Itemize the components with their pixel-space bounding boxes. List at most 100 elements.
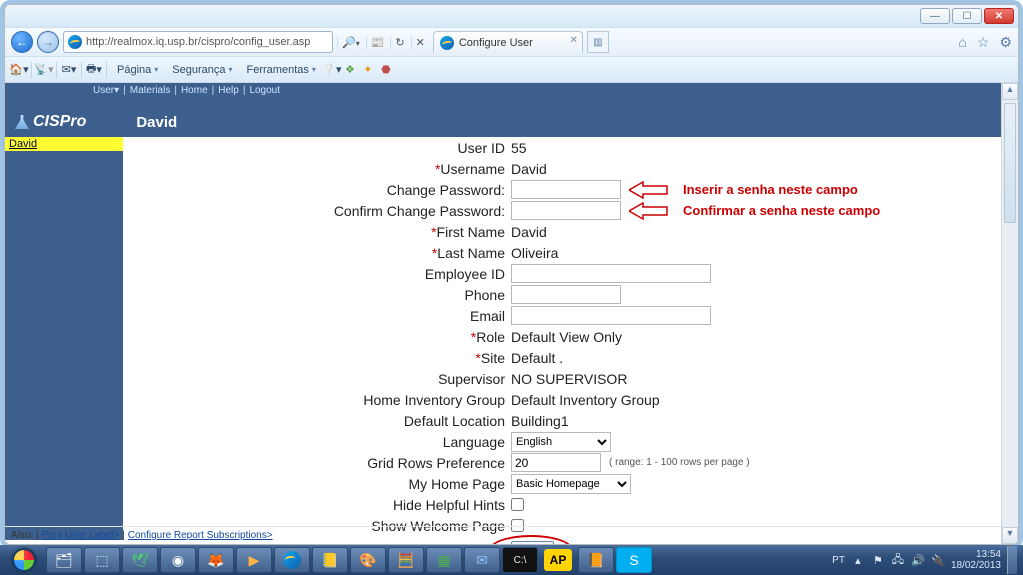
taskbar-explorer-icon[interactable]: 🗂 bbox=[46, 547, 82, 573]
cmd-mail-icon[interactable]: ✉▾ bbox=[61, 62, 77, 78]
val-first-name: David bbox=[511, 224, 1001, 240]
taskbar-skype-icon[interactable]: S bbox=[616, 547, 652, 573]
taskbar-dropbox-icon[interactable]: ⬚ bbox=[84, 547, 120, 573]
hide-hints-checkbox[interactable] bbox=[511, 498, 524, 511]
cmd-home-icon[interactable]: 🏠▾ bbox=[11, 62, 27, 78]
new-tab-button[interactable]: ▥ bbox=[587, 31, 609, 53]
grid-rows-field[interactable] bbox=[511, 453, 601, 472]
refresh-button[interactable]: ↻ bbox=[390, 36, 408, 49]
cmd-ext2-icon[interactable]: ✦ bbox=[360, 62, 376, 78]
taskbar-paint-icon[interactable]: 🎨 bbox=[350, 547, 386, 573]
scroll-down-button[interactable]: ▼ bbox=[1002, 527, 1018, 544]
taskbar-firefox-icon[interactable]: 🦊 bbox=[198, 547, 234, 573]
cmd-ext1-icon[interactable]: ❖ bbox=[342, 62, 358, 78]
nav-materials[interactable]: Materials bbox=[130, 85, 171, 96]
change-password-field[interactable] bbox=[511, 180, 621, 199]
window-maximize-button[interactable]: ☐ bbox=[952, 8, 982, 24]
footer-links: Also: | Print User Label> | Configure Re… bbox=[5, 526, 1001, 544]
menu-pagina[interactable]: Página▾ bbox=[111, 62, 164, 78]
confirm-password-field[interactable] bbox=[511, 201, 621, 220]
val-site: Default . bbox=[511, 350, 1001, 366]
start-button[interactable] bbox=[4, 546, 44, 574]
window-close-button[interactable]: ✕ bbox=[984, 8, 1014, 24]
window-minimize-button[interactable]: — bbox=[920, 8, 950, 24]
link-config-reports[interactable]: Configure Report Subscriptions> bbox=[128, 530, 273, 541]
tray-flag-icon[interactable]: ⚑ bbox=[871, 553, 885, 567]
vertical-scrollbar[interactable]: ▲ ▼ bbox=[1001, 83, 1018, 544]
tray-chevron-up-icon[interactable]: ▴ bbox=[851, 553, 865, 567]
taskbar-wmp-icon[interactable]: ▶ bbox=[236, 547, 272, 573]
taskbar-thunderbird-icon[interactable]: ✉ bbox=[464, 547, 500, 573]
scroll-thumb[interactable] bbox=[1004, 103, 1016, 223]
tray-lang[interactable]: PT bbox=[832, 555, 845, 566]
lbl-home-inv: Home Inventory Group bbox=[123, 392, 511, 408]
tray-clock[interactable]: 13:54 18/02/2013 bbox=[951, 549, 1001, 571]
tools-gear-icon[interactable]: ⚙ bbox=[999, 34, 1012, 51]
taskbar-app2-icon[interactable]: 📒 bbox=[312, 547, 348, 573]
cmd-help-icon[interactable]: ❔▾ bbox=[324, 62, 340, 78]
val-last-name: Oliveira bbox=[511, 245, 1001, 261]
menu-seguranca[interactable]: Segurança▾ bbox=[166, 62, 238, 78]
url-field[interactable]: http://realmox.iq.usp.br/cispro/config_u… bbox=[63, 31, 333, 53]
favorites-icon[interactable]: ☆ bbox=[977, 34, 990, 51]
home-icon[interactable]: ⌂ bbox=[958, 34, 966, 51]
system-tray: PT ▴ ⚑ 🖧 🔊 🔌 13:54 18/02/2013 bbox=[832, 546, 1019, 574]
lbl-grid-rows: Grid Rows Preference bbox=[123, 455, 511, 471]
cispro-top-nav: User▾ | Materials | Home | Help | Logout bbox=[5, 83, 1001, 97]
taskbar-excel-icon[interactable]: ▦ bbox=[426, 547, 462, 573]
nav-logout[interactable]: Logout bbox=[249, 85, 280, 96]
tab-close-icon[interactable]: ✕ bbox=[569, 35, 577, 46]
link-print-label[interactable]: Print User Label> bbox=[42, 530, 120, 541]
cmd-print-icon[interactable]: 🖶▾ bbox=[86, 62, 102, 78]
flask-icon bbox=[15, 115, 29, 129]
browser-tab[interactable]: Configure User ✕ bbox=[433, 31, 583, 53]
employee-id-field[interactable] bbox=[511, 264, 711, 283]
language-select[interactable]: English bbox=[511, 432, 611, 452]
taskbar-app-icon[interactable]: 🕊 bbox=[122, 547, 158, 573]
tray-power-icon[interactable]: 🔌 bbox=[931, 553, 945, 567]
show-desktop-button[interactable] bbox=[1007, 546, 1017, 574]
taskbar-chrome-icon[interactable]: ◉ bbox=[160, 547, 196, 573]
compat-icon[interactable]: 📰 bbox=[366, 36, 389, 49]
email-field[interactable] bbox=[511, 306, 711, 325]
lbl-change-password: Change Password: bbox=[123, 182, 511, 198]
menu-ferramentas[interactable]: Ferramentas▾ bbox=[241, 62, 322, 78]
val-role: Default View Only bbox=[511, 329, 1001, 345]
cmd-feeds-icon[interactable]: 📡▾ bbox=[36, 62, 52, 78]
windows-taskbar: 🗂 ⬚ 🕊 ◉ 🦊 ▶ 📒 🎨 🧮 ▦ ✉ C:\ AP 📙 S PT ▴ ⚑ … bbox=[0, 545, 1023, 575]
nav-help[interactable]: Help bbox=[218, 85, 239, 96]
lbl-site: Site bbox=[481, 350, 505, 366]
nav-user[interactable]: User▾ bbox=[93, 85, 119, 96]
nav-forward-button[interactable]: → bbox=[37, 31, 59, 53]
taskbar-calc-icon[interactable]: 🧮 bbox=[388, 547, 424, 573]
phone-field[interactable] bbox=[511, 285, 621, 304]
taskbar-app3-icon[interactable]: 📙 bbox=[578, 547, 614, 573]
lbl-language: Language bbox=[123, 434, 511, 450]
ie-icon bbox=[68, 35, 82, 49]
lbl-my-home: My Home Page bbox=[123, 476, 511, 492]
tray-volume-icon[interactable]: 🔊 bbox=[911, 553, 925, 567]
nav-back-button[interactable]: ← bbox=[11, 31, 33, 53]
nav-home[interactable]: Home bbox=[181, 85, 208, 96]
grid-rows-hint: ( range: 1 - 100 rows per page ) bbox=[609, 457, 750, 468]
sidebar-item-selected[interactable]: David bbox=[5, 137, 123, 151]
taskbar-cmd-icon[interactable]: C:\ bbox=[502, 547, 538, 573]
lbl-email: Email bbox=[123, 308, 511, 324]
browser-command-bar: 🏠▾ 📡▾ ✉▾ 🖶▾ Página▾ Segurança▾ Ferrament… bbox=[5, 57, 1018, 83]
annotation-confirm-pw: Confirmar a senha neste campo bbox=[683, 203, 893, 218]
search-icon[interactable]: 🔎▾ bbox=[337, 36, 364, 49]
scroll-up-button[interactable]: ▲ bbox=[1002, 83, 1018, 100]
arrow-left-icon bbox=[629, 181, 675, 199]
lbl-employee-id: Employee ID bbox=[123, 266, 511, 282]
window-titlebar: — ☐ ✕ bbox=[5, 5, 1018, 27]
tray-network-icon[interactable]: 🖧 bbox=[891, 553, 905, 567]
lbl-def-loc: Default Location bbox=[123, 413, 511, 429]
stop-button[interactable]: ✕ bbox=[411, 36, 429, 49]
val-username: David bbox=[511, 161, 1001, 177]
taskbar-ap-icon[interactable]: AP bbox=[540, 547, 576, 573]
home-page-select[interactable]: Basic Homepage bbox=[511, 474, 631, 494]
lbl-confirm-password: Confirm Change Password: bbox=[123, 203, 511, 219]
taskbar-ie-icon[interactable] bbox=[274, 547, 310, 573]
left-sidebar: David bbox=[5, 137, 123, 526]
cmd-ext3-icon[interactable]: ⬣ bbox=[378, 62, 394, 78]
